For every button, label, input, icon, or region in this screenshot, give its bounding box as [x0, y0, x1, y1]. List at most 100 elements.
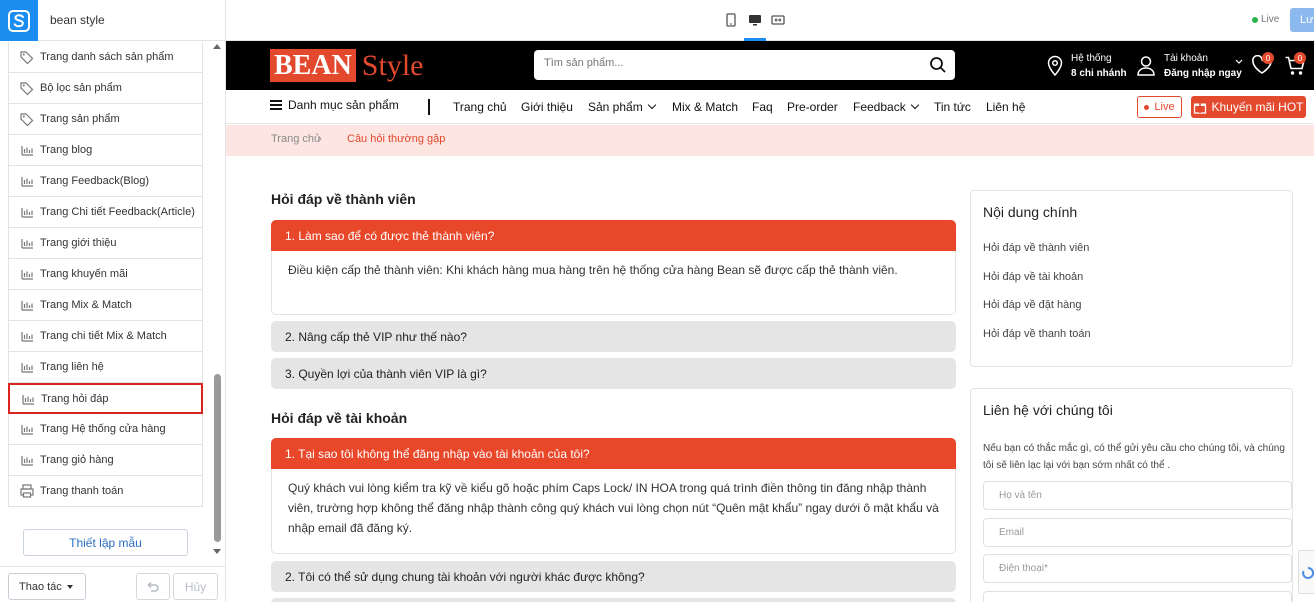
contents-link[interactable]: Hỏi đáp về thanh toán [983, 328, 1091, 340]
nav-feedback-label: Feedback [853, 100, 906, 114]
page-template-item[interactable]: Trang liên hệ [8, 352, 203, 383]
app-logo[interactable] [0, 0, 38, 41]
blog-icon [21, 208, 33, 218]
faq-question[interactable]: 2. Tôi có thể sử dụng chung tài khoản vớ… [271, 561, 956, 592]
page-template-label: Trang liên hệ [40, 361, 104, 373]
nav-divider [428, 99, 430, 115]
contents-link[interactable]: Hỏi đáp về đặt hàng [983, 299, 1081, 311]
page-template-label: Trang Mix & Match [40, 299, 132, 311]
recaptcha-badge[interactable] [1298, 550, 1314, 594]
cancel-button[interactable]: Hủy [173, 573, 218, 600]
page-template-item[interactable]: Trang thanh toán [8, 476, 203, 507]
search-icon[interactable] [929, 56, 947, 74]
cart-count-badge: 0 [1294, 52, 1306, 64]
brand-logo[interactable]: BEAN Style [270, 49, 423, 82]
blog-icon [21, 301, 33, 311]
blog-icon [21, 425, 33, 435]
undo-icon [147, 581, 159, 592]
nav-news[interactable]: Tin tức [934, 100, 971, 114]
tag-icon [20, 51, 34, 65]
email-field[interactable]: Email [983, 518, 1292, 547]
desktop-view-icon[interactable] [748, 13, 762, 27]
breadcrumb-separator: › [318, 133, 322, 145]
page-template-item[interactable]: Trang hỏi đáp [8, 383, 203, 414]
sidebar-header: bean style [0, 0, 226, 41]
page-template-item[interactable]: Trang Feedback(Blog) [8, 166, 203, 197]
actions-dropdown[interactable]: Thao tác [8, 573, 86, 600]
page-template-label: Bộ lọc sản phẩm [40, 82, 122, 94]
hot-promo-button[interactable]: Khuyến mãi HOT [1191, 96, 1306, 118]
caret-down-icon [66, 584, 73, 589]
page-template-label: Trang danh sách sản phẩm [40, 51, 174, 63]
page-template-label: Trang Hệ thống cửa hàng [40, 423, 166, 435]
faq-question[interactable]: 2. Nâng cấp thẻ VIP như thế nào? [271, 321, 956, 352]
page-template-item[interactable]: Trang blog [8, 135, 203, 166]
page-template-item[interactable]: Trang giỏ hàng [8, 445, 203, 476]
nav-mix-match[interactable]: Mix & Match [672, 100, 738, 114]
sidebar-scrollbar[interactable] [211, 42, 223, 562]
nav-home[interactable]: Trang chủ [453, 100, 507, 114]
faq-question-open[interactable]: 1. Tại sao tôi không thể đăng nhập vào t… [271, 438, 956, 469]
setup-template-button[interactable]: Thiết lập mẫu [23, 529, 188, 556]
nav-products[interactable]: Sản phẩm [588, 100, 656, 114]
account-link[interactable]: Tài khoản Đăng nhập ngay [1164, 51, 1242, 81]
scroll-up-arrow-icon[interactable] [213, 44, 221, 49]
page-template-item[interactable]: Trang chi tiết Mix & Match [8, 321, 203, 352]
page-template-item[interactable]: Trang giới thiệu [8, 228, 203, 259]
store-system-link[interactable]: Hệ thống 8 chi nhánh [1071, 51, 1127, 81]
chevron-down-icon [1235, 59, 1243, 64]
tag-icon [20, 82, 34, 96]
nav-faq[interactable]: Faq [752, 100, 773, 114]
page-template-item[interactable]: Bộ lọc sản phẩm [8, 73, 203, 104]
faq-question[interactable] [271, 598, 956, 602]
live-button[interactable]: Live [1137, 96, 1182, 118]
wishlist-count-badge: 0 [1262, 52, 1274, 64]
page-template-item[interactable]: Trang danh sách sản phẩm [8, 42, 203, 73]
scroll-thumb[interactable] [214, 374, 221, 542]
blog-icon [21, 363, 33, 373]
contents-link[interactable]: Hỏi đáp về tài khoản [983, 271, 1083, 283]
faq-question-open[interactable]: 1. Làm sao để có được thẻ thành viên? [271, 220, 956, 251]
chevron-down-icon [910, 100, 919, 110]
faq-answer: Quý khách vui lòng kiểm tra kỹ về kiểu g… [271, 469, 956, 554]
nav-about[interactable]: Giới thiệu [521, 100, 573, 114]
scroll-down-arrow-icon[interactable] [213, 549, 221, 554]
page-template-item[interactable]: Trang Hệ thống cửa hàng [8, 414, 203, 445]
name-field[interactable]: Họ và tên [983, 481, 1292, 510]
blog-icon [21, 177, 33, 187]
page-template-item[interactable]: Trang sản phẩm [8, 104, 203, 135]
page-template-label: Trang giỏ hàng [40, 454, 114, 466]
faq-question[interactable]: 3. Quyền lợi của thành viên VIP là gì? [271, 358, 956, 389]
account-line1: Tài khoản [1164, 53, 1208, 64]
search-input[interactable] [544, 57, 914, 69]
page-template-label: Trang hỏi đáp [41, 392, 109, 405]
breadcrumb: Trang chủ › Câu hỏi thường gặp [226, 125, 1314, 156]
printer-icon [20, 484, 34, 498]
page-template-label: Trang khuyến mãi [40, 268, 128, 280]
message-field[interactable] [983, 591, 1292, 602]
nav-contact[interactable]: Liên hệ [986, 100, 1025, 114]
nav-preorder[interactable]: Pre-order [787, 100, 838, 114]
nav-products-label: Sản phẩm [588, 100, 643, 114]
undo-button[interactable] [136, 573, 170, 600]
brand-sub: Style [361, 48, 424, 82]
contents-link[interactable]: Hỏi đáp về thành viên [983, 242, 1089, 254]
live-button-label: Live [1154, 101, 1175, 113]
brand-main: BEAN [270, 49, 356, 82]
breadcrumb-home[interactable]: Trang chủ [271, 133, 320, 145]
save-button[interactable]: Lư [1290, 8, 1314, 32]
faq-answer: Điều kiện cấp thẻ thành viên: Khi khách … [271, 251, 956, 315]
store-name: bean style [50, 13, 105, 27]
page-template-item[interactable]: Trang Mix & Match [8, 290, 203, 321]
breadcrumb-current: Câu hỏi thường gặp [347, 133, 446, 145]
nav-feedback[interactable]: Feedback [853, 100, 919, 114]
tablet-view-icon[interactable] [724, 13, 738, 27]
page-template-item[interactable]: Trang Chi tiết Feedback(Article) [8, 197, 203, 228]
page-template-item[interactable]: Trang khuyến mãi [8, 259, 203, 290]
phone-field[interactable]: Điện thoại* [983, 554, 1292, 583]
fullscreen-view-icon[interactable] [771, 13, 785, 27]
main-contents-box: Nội dung chính Hỏi đáp về thành viên Hỏi… [970, 190, 1293, 367]
category-menu-button[interactable]: Danh mục sản phẩm [270, 98, 399, 112]
hamburger-icon [270, 100, 282, 110]
gift-icon [1194, 103, 1207, 114]
